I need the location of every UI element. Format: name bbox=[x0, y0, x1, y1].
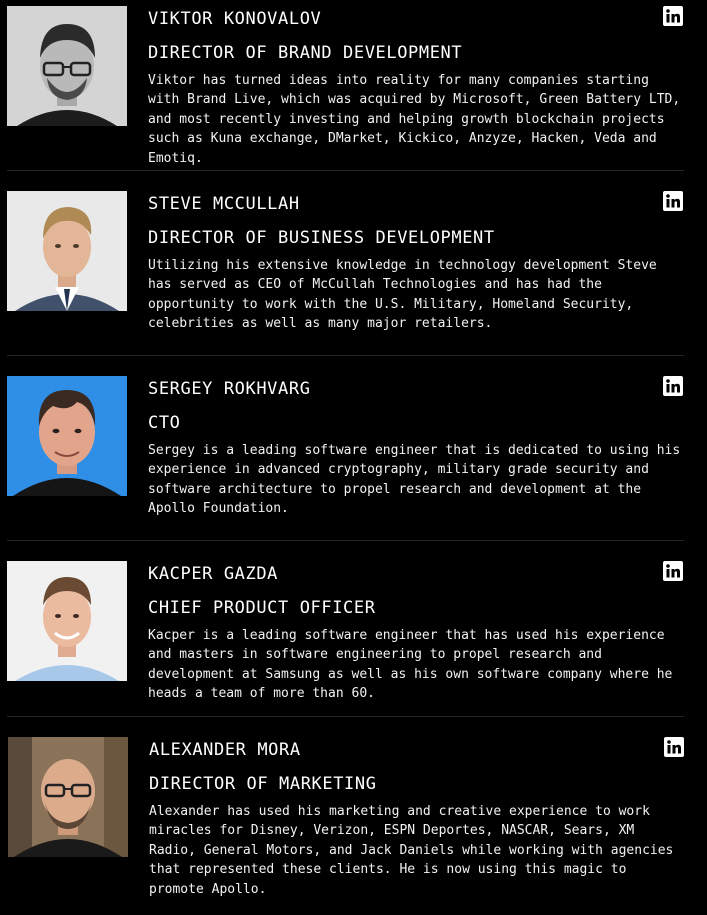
member-name: VIKTOR KONOVALOV bbox=[148, 9, 322, 29]
member-role: CTO bbox=[148, 413, 181, 433]
member-name: SERGEY ROKHVARG bbox=[148, 379, 311, 399]
member-bio: Kacper is a leading software engineer th… bbox=[148, 628, 673, 702]
divider bbox=[7, 355, 684, 356]
profile-photo bbox=[7, 376, 127, 496]
linkedin-icon[interactable] bbox=[663, 6, 683, 26]
member-name: KACPER GAZDA bbox=[148, 564, 279, 584]
divider bbox=[7, 540, 684, 541]
profile-photo bbox=[7, 6, 127, 126]
member-bio: Alexander has used his marketing and cre… bbox=[149, 804, 674, 897]
profile-photo bbox=[8, 737, 128, 857]
member-name: ALEXANDER MORA bbox=[149, 740, 301, 760]
member-bio: Viktor has turned ideas into reality for… bbox=[148, 73, 681, 166]
profile-photo bbox=[7, 191, 127, 311]
linkedin-icon[interactable] bbox=[663, 191, 683, 211]
member-bio: Utilizing his extensive knowledge in tec… bbox=[148, 258, 657, 332]
divider bbox=[7, 716, 684, 717]
member-role: DIRECTOR OF BUSINESS DEVELOPMENT bbox=[148, 228, 495, 248]
member-role: DIRECTOR OF BRAND DEVELOPMENT bbox=[148, 43, 463, 63]
linkedin-icon[interactable] bbox=[663, 376, 683, 396]
divider bbox=[7, 170, 684, 171]
member-name: STEVE MCCULLAH bbox=[148, 194, 300, 214]
member-bio: Sergey is a leading software engineer th… bbox=[148, 443, 681, 517]
profile-photo bbox=[7, 561, 127, 681]
member-role: DIRECTOR OF MARKETING bbox=[149, 774, 377, 794]
linkedin-icon[interactable] bbox=[663, 561, 683, 581]
linkedin-icon[interactable] bbox=[664, 737, 684, 757]
member-role: CHIEF PRODUCT OFFICER bbox=[148, 598, 376, 618]
